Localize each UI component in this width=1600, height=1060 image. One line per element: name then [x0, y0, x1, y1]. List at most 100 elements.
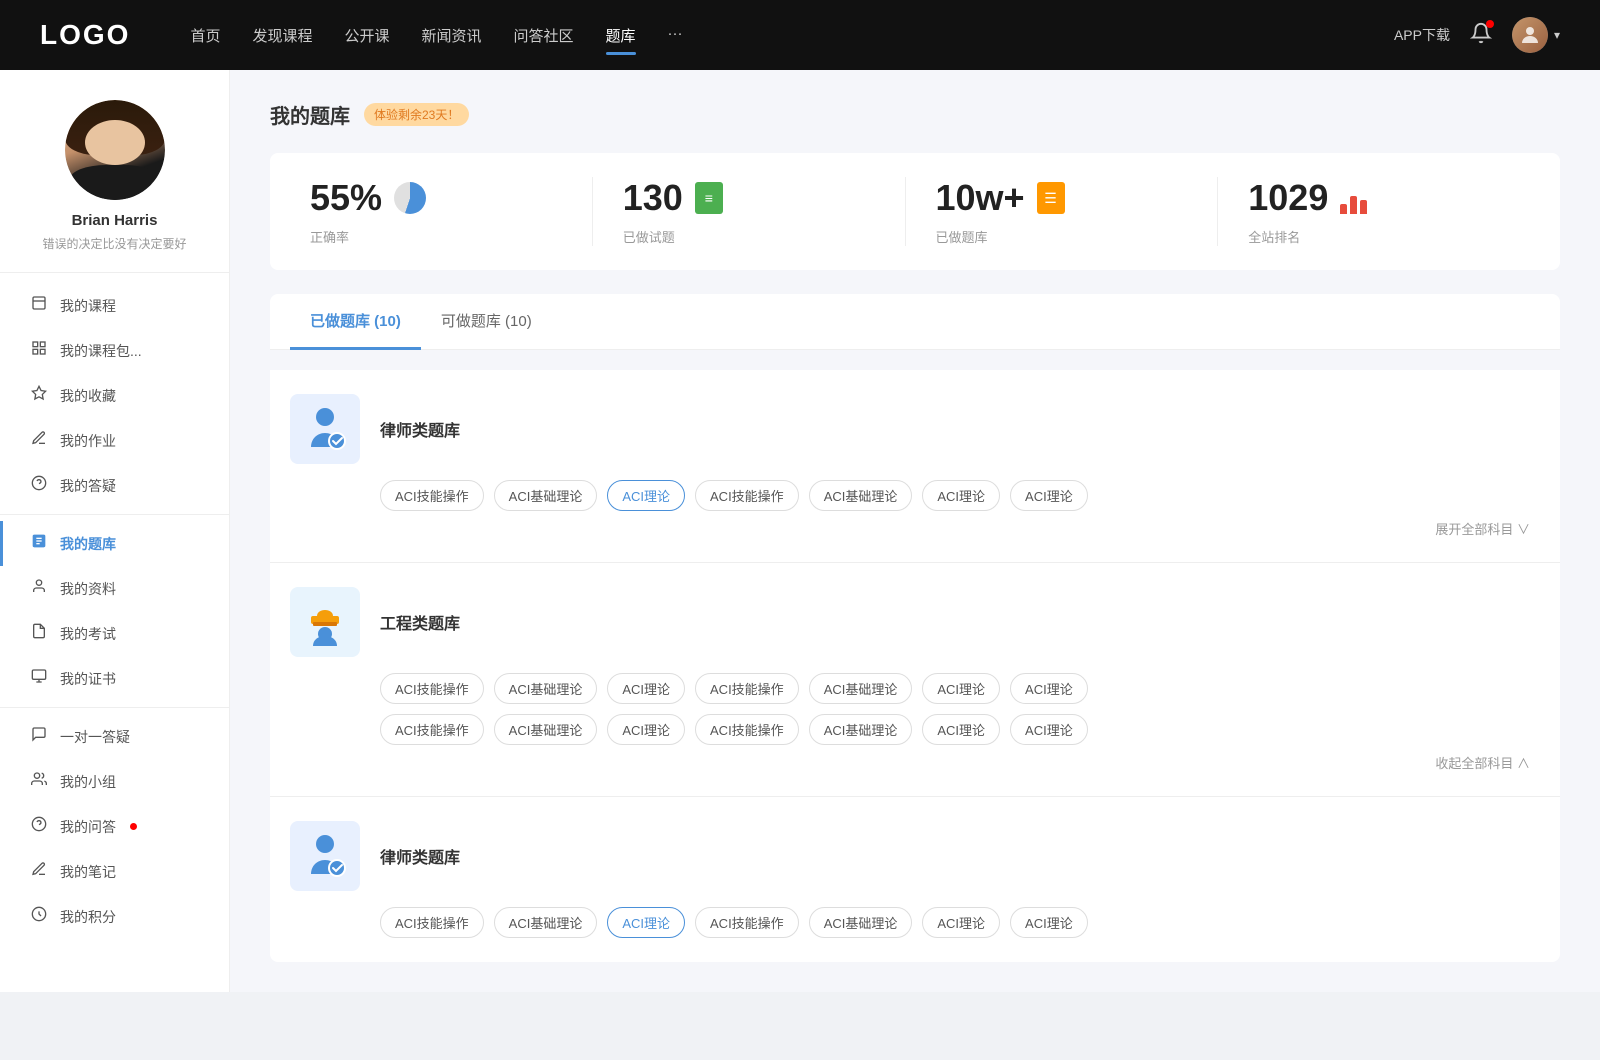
coursepack-icon — [30, 340, 48, 361]
tag-eng-aci-theory-1[interactable]: ACI理论 — [607, 673, 685, 704]
bank-item-engineer-1: 工程类题库 ACI技能操作 ACI基础理论 ACI理论 ACI技能操作 ACI基… — [270, 563, 1560, 797]
sidebar-item-notes[interactable]: 我的笔记 — [0, 849, 229, 894]
tag-eng-aci-basic-theory-1[interactable]: ACI基础理论 — [494, 673, 598, 704]
sidebar-item-certificate[interactable]: 我的证书 — [0, 656, 229, 701]
app-download-button[interactable]: APP下载 — [1394, 25, 1450, 45]
stat-done-questions-value: 130 — [623, 177, 683, 219]
chart-icon — [1340, 182, 1372, 214]
stat-rank-value: 1029 — [1248, 177, 1328, 219]
header: LOGO 首页 发现课程 公开课 新闻资讯 问答社区 题库 ··· APP下载 — [0, 0, 1600, 70]
sidebar: Brian Harris 错误的决定比没有决定要好 我的课程 我的课程包... — [0, 70, 230, 992]
sidebar-item-one-on-one[interactable]: 一对一答疑 — [0, 714, 229, 759]
tag-eng2-aci-skill-op-1[interactable]: ACI技能操作 — [380, 714, 484, 745]
tag-aci-skill-op-1[interactable]: ACI技能操作 — [380, 480, 484, 511]
user-menu[interactable]: ▾ — [1512, 17, 1560, 53]
nav-more[interactable]: ··· — [668, 21, 683, 50]
sidebar-label-notes: 我的笔记 — [60, 862, 116, 882]
stat-done-banks: 10w+ ☰ 已做题库 — [906, 177, 1219, 246]
nav-questionbank[interactable]: 题库 — [606, 21, 636, 50]
sidebar-item-profile[interactable]: 我的资料 — [0, 566, 229, 611]
tag-l2-aci-skill-op-1[interactable]: ACI技能操作 — [380, 907, 484, 938]
tag-eng-aci-skill-op-1[interactable]: ACI技能操作 — [380, 673, 484, 704]
trial-badge: 体验剩余23天！ — [364, 103, 469, 126]
sidebar-label-exam: 我的考试 — [60, 624, 116, 644]
nav-open[interactable]: 公开课 — [344, 21, 389, 50]
sidebar-item-my-questions[interactable]: 我的问答 — [0, 804, 229, 849]
bank-item-lawyer-1: 律师类题库 ACI技能操作 ACI基础理论 ACI理论 ACI技能操作 ACI基… — [270, 370, 1560, 563]
tag-eng2-aci-basic-theory-2[interactable]: ACI基础理论 — [809, 714, 913, 745]
stat-rank-row: 1029 — [1248, 177, 1372, 219]
tag-l2-aci-theory-1[interactable]: ACI理论 — [922, 907, 1000, 938]
sidebar-divider-2 — [0, 707, 229, 708]
profile-icon — [30, 578, 48, 599]
tag-aci-theory-1[interactable]: ACI理论 — [922, 480, 1000, 511]
lawyer-icon-2 — [303, 832, 347, 880]
profile-name: Brian Harris — [72, 212, 158, 229]
tab-done-banks[interactable]: 已做题库 (10) — [290, 294, 421, 350]
nav-news[interactable]: 新闻资讯 — [422, 21, 482, 50]
content-header: 我的题库 体验剩余23天！ — [270, 100, 1560, 129]
stat-done-banks-label: 已做题库 — [936, 227, 988, 246]
stat-accuracy-label: 正确率 — [310, 227, 349, 246]
tag-eng-aci-basic-theory-2[interactable]: ACI基础理论 — [809, 673, 913, 704]
sidebar-item-favorites[interactable]: 我的收藏 — [0, 373, 229, 418]
sidebar-item-courses[interactable]: 我的课程 — [0, 283, 229, 328]
sidebar-label-profile: 我的资料 — [60, 579, 116, 599]
sidebar-item-course-pack[interactable]: 我的课程包... — [0, 328, 229, 373]
bank-tags-engineer-1-row1: ACI技能操作 ACI基础理论 ACI理论 ACI技能操作 ACI基础理论 AC… — [380, 673, 1540, 704]
sidebar-label-answers: 我的答疑 — [60, 476, 116, 496]
tag-eng2-aci-basic-theory-1[interactable]: ACI基础理论 — [494, 714, 598, 745]
stat-accuracy-value: 55% — [310, 177, 382, 219]
sidebar-item-question-bank[interactable]: 我的题库 — [0, 521, 229, 566]
tag-l2-aci-theory-active[interactable]: ACI理论 — [607, 907, 685, 938]
engineer-icon-1 — [303, 598, 347, 646]
avatar[interactable] — [1512, 17, 1548, 53]
questionbank-icon — [30, 533, 48, 554]
bank-title-lawyer-2: 律师类题库 — [380, 844, 460, 868]
list-icon: ☰ — [1037, 182, 1065, 214]
exam-icon — [30, 623, 48, 644]
tag-aci-theory-2[interactable]: ACI理论 — [1010, 480, 1088, 511]
tag-eng-aci-theory-2[interactable]: ACI理论 — [922, 673, 1000, 704]
bank-collapse-engineer-1[interactable]: 收起全部科目 ∧ — [290, 753, 1540, 772]
tag-aci-skill-op-2[interactable]: ACI技能操作 — [695, 480, 799, 511]
tag-l2-aci-skill-op-2[interactable]: ACI技能操作 — [695, 907, 799, 938]
tag-eng2-aci-theory-1[interactable]: ACI理论 — [607, 714, 685, 745]
sidebar-item-exam[interactable]: 我的考试 — [0, 611, 229, 656]
tag-eng2-aci-theory-3[interactable]: ACI理论 — [1010, 714, 1088, 745]
tab-available-banks[interactable]: 可做题库 (10) — [421, 294, 552, 350]
sidebar-profile: Brian Harris 错误的决定比没有决定要好 — [0, 100, 229, 273]
sidebar-label-courses: 我的课程 — [60, 296, 116, 316]
bell-button[interactable] — [1470, 22, 1492, 49]
bank-title-lawyer-1: 律师类题库 — [380, 417, 460, 441]
header-right: APP下载 ▾ — [1394, 17, 1560, 53]
tag-l2-aci-basic-theory-1[interactable]: ACI基础理论 — [494, 907, 598, 938]
tag-aci-basic-theory-2[interactable]: ACI基础理论 — [809, 480, 913, 511]
stat-rank-label: 全站排名 — [1248, 227, 1300, 246]
sidebar-item-group[interactable]: 我的小组 — [0, 759, 229, 804]
sidebar-divider-1 — [0, 514, 229, 515]
tag-eng-aci-skill-op-2[interactable]: ACI技能操作 — [695, 673, 799, 704]
notification-dot — [1486, 20, 1494, 28]
nav-discover[interactable]: 发现课程 — [252, 21, 312, 50]
tag-l2-aci-basic-theory-2[interactable]: ACI基础理论 — [809, 907, 913, 938]
tag-aci-basic-theory-1[interactable]: ACI基础理论 — [494, 480, 598, 511]
sidebar-item-answers[interactable]: 我的答疑 — [0, 463, 229, 508]
myquestions-dot — [130, 823, 137, 830]
tag-l2-aci-theory-2[interactable]: ACI理论 — [1010, 907, 1088, 938]
profile-avatar — [65, 100, 165, 200]
tag-eng2-aci-skill-op-2[interactable]: ACI技能操作 — [695, 714, 799, 745]
tag-aci-theory-active-1[interactable]: ACI理论 — [607, 480, 685, 511]
bank-tags-engineer-1-row2: ACI技能操作 ACI基础理论 ACI理论 ACI技能操作 ACI基础理论 AC… — [380, 714, 1540, 745]
sidebar-item-points[interactable]: 我的积分 — [0, 894, 229, 939]
sidebar-item-homework[interactable]: 我的作业 — [0, 418, 229, 463]
nav-qa[interactable]: 问答社区 — [514, 21, 574, 50]
points-icon — [30, 906, 48, 927]
bank-expand-lawyer-1[interactable]: 展开全部科目 ∨ — [290, 519, 1540, 538]
tag-eng2-aci-theory-2[interactable]: ACI理论 — [922, 714, 1000, 745]
page-title: 我的题库 — [270, 100, 350, 129]
tag-eng-aci-theory-3[interactable]: ACI理论 — [1010, 673, 1088, 704]
stat-done-questions-row: 130 ≡ — [623, 177, 723, 219]
sidebar-label-points: 我的积分 — [60, 907, 116, 927]
nav-home[interactable]: 首页 — [190, 21, 220, 50]
